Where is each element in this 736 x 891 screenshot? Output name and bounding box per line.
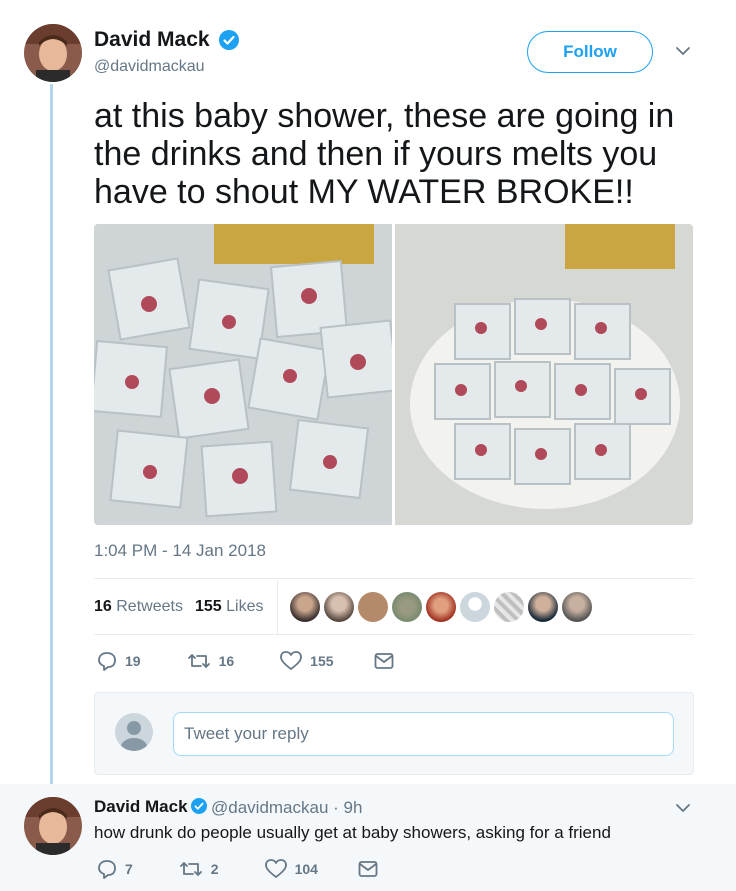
heart-icon [280,651,303,670]
likes-stat[interactable]: 155 Likes [195,598,264,616]
verified-badge-icon [219,30,239,55]
liker-avatar[interactable] [358,592,389,622]
heart-icon [264,859,287,878]
direct-message-action[interactable] [358,860,378,878]
reply-icon [98,652,116,671]
likes-label: Likes [226,598,264,615]
like-action[interactable]: 155 [280,651,334,671]
author-name[interactable]: David Mack [94,28,210,52]
reply-composer: Tweet your reply [94,692,694,775]
default-avatar-icon [115,713,153,751]
reply-author-handle-time[interactable]: @davidmackau · 9h [211,798,362,818]
reply-icon [98,860,116,879]
direct-message-action[interactable] [374,652,394,670]
liker-avatar[interactable] [426,592,457,622]
verified-badge-icon [191,798,207,819]
author-handle[interactable]: @davidmackau [94,58,205,76]
retweets-stat[interactable]: 16 Retweets [94,598,183,616]
like-count: 104 [294,861,318,877]
likes-count: 155 [194,598,222,615]
chevron-down-icon[interactable] [675,43,691,64]
thread-connector-line [50,84,53,789]
reply-action[interactable]: 19 [97,651,141,671]
reply-input[interactable]: Tweet your reply [173,712,674,756]
media-photo-left[interactable] [94,224,392,525]
chevron-down-icon[interactable] [675,800,691,821]
liker-avatar[interactable] [494,592,525,622]
likers-avatars [290,592,593,622]
engagement-stats: 16 Retweets 155 Likes [94,580,694,634]
reply-count: 19 [125,653,141,669]
reply-tweet-actions: 7 2 104 [97,859,418,879]
tweet-timestamp[interactable]: 1:04 PM - 14 Jan 2018 [94,541,266,561]
media-photo-right[interactable] [395,224,693,525]
tweet-actions: 19 16 155 [97,651,434,671]
liker-avatar[interactable] [290,592,321,622]
follow-button[interactable]: Follow [527,31,653,73]
liker-avatar[interactable] [392,592,423,622]
liker-avatar[interactable] [324,592,355,622]
reply-action[interactable]: 7 [97,859,133,879]
like-action[interactable]: 104 [264,859,318,879]
divider [94,578,694,579]
divider [94,634,694,635]
retweet-count: 16 [218,653,235,669]
reply-count: 7 [125,861,133,877]
tweet-media[interactable] [94,224,693,525]
tweet-text: at this baby shower, these are going in … [94,97,675,211]
retweet-count: 2 [210,861,219,877]
like-count: 155 [310,653,334,669]
retweet-icon [187,654,210,668]
liker-avatar[interactable] [460,592,491,622]
retweet-action[interactable]: 2 [179,859,219,879]
retweets-count: 16 [94,598,112,615]
envelope-icon [374,653,393,669]
reply-tweet-text: how drunk do people usually get at baby … [94,823,611,842]
stats-divider [277,580,279,634]
reply-author-avatar[interactable] [24,797,82,855]
author-avatar[interactable] [24,24,82,82]
liker-avatar[interactable] [562,592,593,622]
retweet-action[interactable]: 16 [187,651,235,671]
envelope-icon [358,861,378,877]
reply-author-name[interactable]: David Mack [94,797,188,817]
liker-avatar[interactable] [528,592,559,622]
retweet-icon [179,862,202,876]
retweets-label: Retweets [116,598,183,615]
